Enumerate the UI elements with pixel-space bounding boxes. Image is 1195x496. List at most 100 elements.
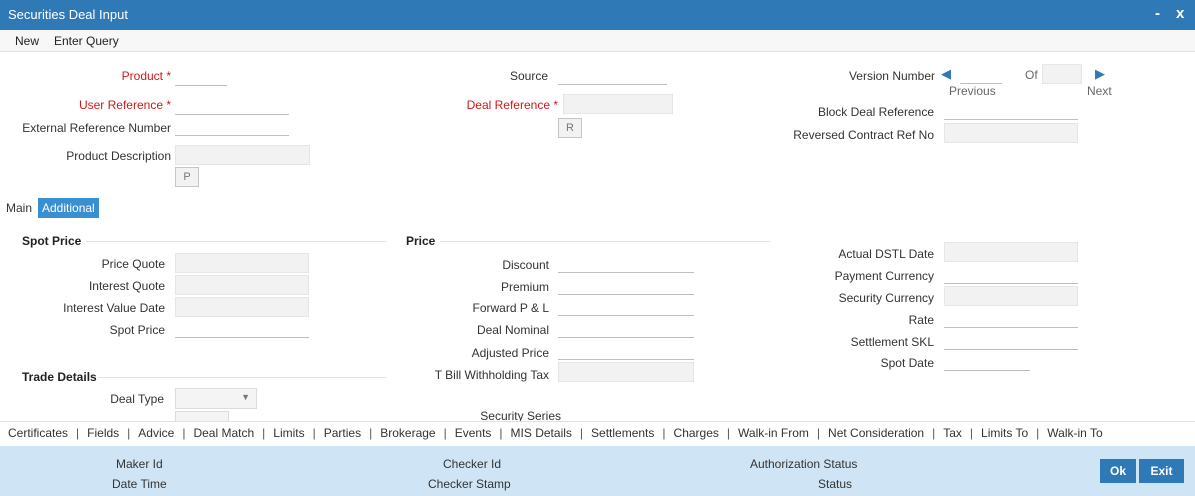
product-p-button[interactable]: P — [175, 167, 199, 187]
version-total-field — [1042, 64, 1082, 84]
subtab-events[interactable]: Events — [455, 422, 492, 444]
block-deal-reference-input[interactable] — [944, 100, 1078, 120]
price-heading: Price — [406, 234, 436, 248]
forward-pl-input[interactable] — [558, 296, 694, 316]
spot-date-input[interactable] — [944, 351, 1030, 371]
rate-input[interactable] — [944, 308, 1078, 328]
subtab-brokerage[interactable]: Brokerage — [380, 422, 435, 444]
subtab-separator: | — [726, 426, 731, 440]
product-label: Product * — [121, 69, 171, 83]
previous-label[interactable]: Previous — [949, 84, 996, 98]
dropdown-caret-icon: ▼ — [241, 392, 250, 402]
adjusted-price-label: Adjusted Price — [471, 346, 549, 360]
actual-dstl-date-field — [944, 242, 1078, 262]
payment-currency-input[interactable] — [944, 264, 1078, 284]
payment-currency-label: Payment Currency — [834, 269, 934, 283]
close-button[interactable]: x — [1176, 5, 1184, 22]
external-reference-label: External Reference Number — [22, 121, 171, 135]
subtab-limits-to[interactable]: Limits To — [981, 422, 1028, 444]
deal-reference-field — [563, 94, 673, 114]
title-bar: Securities Deal Input - x — [0, 0, 1195, 30]
source-input[interactable] — [558, 65, 667, 85]
discount-label: Discount — [502, 258, 549, 272]
subtab-separator: | — [816, 426, 821, 440]
subtab-separator: | — [499, 426, 503, 440]
ok-button[interactable]: Ok — [1100, 459, 1136, 483]
deal-nominal-input[interactable] — [558, 318, 694, 338]
tab-main[interactable]: Main — [2, 198, 36, 218]
external-reference-input[interactable] — [175, 116, 289, 136]
adjusted-price-input[interactable] — [558, 340, 694, 360]
subtab-certificates[interactable]: Certificates — [8, 422, 68, 444]
subtab-separator: | — [443, 426, 447, 440]
tab-additional[interactable]: Additional — [38, 198, 99, 218]
subtab-charges[interactable]: Charges — [674, 422, 719, 444]
subtab-settlements[interactable]: Settlements — [591, 422, 654, 444]
subtab-separator: | — [369, 426, 373, 440]
subtab-tax[interactable]: Tax — [943, 422, 962, 444]
subtab-deal-match[interactable]: Deal Match — [193, 422, 254, 444]
rate-label: Rate — [908, 313, 934, 327]
window-title: Securities Deal Input — [8, 7, 128, 22]
settlement-skl-input[interactable] — [944, 330, 1078, 350]
version-number-label: Version Number — [848, 69, 935, 83]
price-quote-field — [175, 253, 309, 273]
spot-date-label: Spot Date — [880, 356, 934, 370]
subtab-fields[interactable]: Fields — [87, 422, 119, 444]
reversed-contract-label: Reversed Contract Ref No — [793, 128, 934, 142]
deal-type-label: Deal Type — [110, 392, 164, 406]
premium-input[interactable] — [558, 275, 694, 295]
trade-details-field — [175, 411, 229, 421]
tbill-tax-field — [558, 362, 694, 382]
subtab-advice[interactable]: Advice — [138, 422, 174, 444]
user-reference-input[interactable] — [175, 95, 289, 115]
audit-footer: Maker Id Date Time Checker Id Checker St… — [0, 446, 1195, 496]
subtab-separator: | — [1036, 426, 1040, 440]
of-label: Of — [1025, 68, 1038, 82]
settlement-skl-label: Settlement SKL — [850, 335, 934, 349]
menu-new[interactable]: New — [15, 34, 39, 48]
deal-type-select[interactable]: ▼ — [175, 388, 257, 409]
deal-reference-r-button[interactable]: R — [558, 118, 582, 138]
tbill-tax-label: T Bill Withholding Tax — [434, 368, 549, 382]
minimize-button[interactable]: - — [1155, 5, 1160, 22]
discount-input[interactable] — [558, 253, 694, 273]
checker-id-label: Checker Id — [443, 457, 502, 471]
date-time-label: Date Time — [112, 477, 167, 491]
subtab-separator: | — [932, 426, 936, 440]
subtab-separator: | — [969, 426, 974, 440]
security-currency-field — [944, 286, 1078, 306]
subtab-walk-in-from[interactable]: Walk-in From — [738, 422, 809, 444]
subtab-separator: | — [579, 426, 584, 440]
interest-value-date-label: Interest Value Date — [63, 301, 165, 315]
spot-price-divider — [86, 241, 386, 242]
menu-enter-query[interactable]: Enter Query — [54, 34, 119, 48]
interest-quote-field — [175, 275, 309, 295]
actual-dstl-date-label: Actual DSTL Date — [838, 247, 934, 261]
deal-nominal-label: Deal Nominal — [476, 323, 549, 337]
product-input[interactable] — [175, 66, 227, 86]
status-label: Status — [818, 477, 853, 491]
spot-price-label: Spot Price — [109, 323, 165, 337]
spot-price-input[interactable] — [175, 318, 309, 338]
product-description-label: Product Description — [66, 149, 171, 163]
subtab-mis-details[interactable]: MIS Details — [511, 422, 572, 444]
security-currency-label: Security Currency — [838, 291, 934, 305]
subtab-separator: | — [262, 426, 266, 440]
maker-id-label: Maker Id — [116, 457, 163, 471]
price-divider — [440, 241, 770, 242]
source-label: Source — [509, 69, 548, 83]
subtab-separator: | — [662, 426, 666, 440]
subtab-walk-in-to[interactable]: Walk-in To — [1047, 422, 1102, 444]
subtab-parties[interactable]: Parties — [324, 422, 361, 444]
subtab-separator: | — [76, 426, 80, 440]
interest-quote-label: Interest Quote — [88, 279, 165, 293]
previous-arrow-icon[interactable]: ◀ — [941, 66, 951, 82]
exit-button[interactable]: Exit — [1139, 459, 1184, 483]
subtab-limits[interactable]: Limits — [273, 422, 304, 444]
next-arrow-icon[interactable]: ▶ — [1095, 66, 1105, 82]
version-number-input[interactable] — [960, 64, 1002, 84]
subtab-net-consideration[interactable]: Net Consideration — [828, 422, 924, 444]
trade-details-heading: Trade Details — [22, 370, 97, 384]
next-label[interactable]: Next — [1087, 84, 1112, 98]
